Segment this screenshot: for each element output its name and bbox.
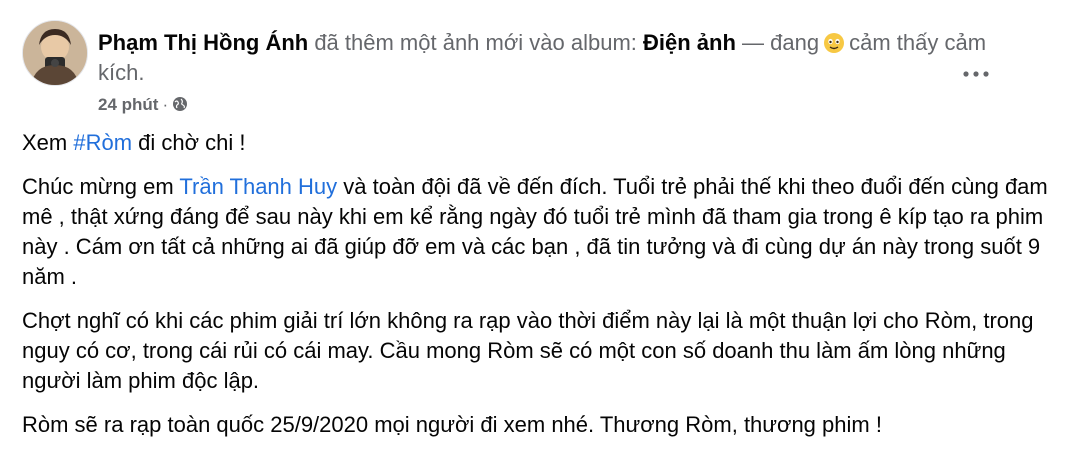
more-options-icon[interactable]	[960, 64, 992, 84]
paragraph-text: Xem	[22, 130, 74, 155]
post-card: Phạm Thị Hồng Ánh đã thêm một ảnh mới và…	[0, 0, 1072, 458]
post-body: Xem #Ròm đi chờ chi ! Chúc mừng em Trần …	[22, 128, 1062, 454]
hashtag-link[interactable]: #Ròm	[73, 130, 132, 155]
globe-icon[interactable]	[172, 96, 188, 112]
paragraph-text: Chúc mừng em	[22, 174, 180, 199]
action-text: đã thêm một ảnh mới vào album:	[308, 30, 644, 55]
avatar-photo	[23, 21, 87, 85]
post-paragraph-3: Chợt nghĩ có khi các phim giải trí lớn k…	[22, 308, 1034, 393]
avatar[interactable]	[22, 20, 88, 86]
mention-link[interactable]: Trần Thanh Huy	[179, 174, 337, 199]
separator: ·	[162, 95, 169, 114]
post-paragraph-4: Ròm sẽ ra rạp toàn quốc 25/9/2020 mọi ng…	[22, 412, 882, 437]
post-header: Phạm Thị Hồng Ánh đã thêm một ảnh mới và…	[22, 20, 1022, 120]
author-name[interactable]: Phạm Thị Hồng Ánh	[98, 30, 308, 55]
album-link[interactable]: Điện ảnh	[643, 30, 736, 55]
paragraph-text: đi chờ chi !	[132, 130, 246, 155]
feeling-prefix: — đang	[735, 30, 820, 55]
timestamp[interactable]: 24 phút	[98, 95, 158, 114]
post-time-line: 24 phút ·	[98, 94, 998, 116]
post-paragraph-2: Chúc mừng em Trần Thanh Huy và toàn đội …	[22, 172, 1062, 292]
post-paragraph-1: Xem #Ròm đi chờ chi !	[22, 128, 1062, 158]
grateful-emoji-icon	[824, 33, 845, 53]
post-meta: Phạm Thị Hồng Ánh đã thêm một ảnh mới và…	[98, 28, 998, 116]
post-title-line: Phạm Thị Hồng Ánh đã thêm một ảnh mới và…	[98, 28, 998, 88]
